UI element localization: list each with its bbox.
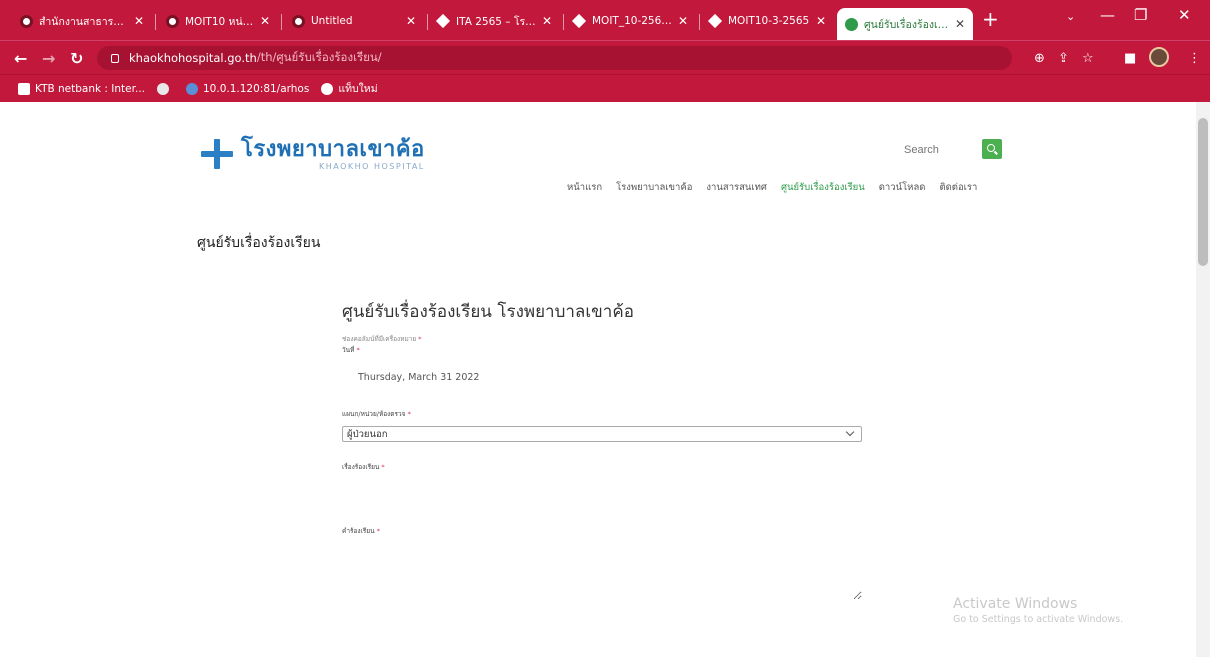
lock-icon — [111, 53, 119, 63]
menu-item-home[interactable]: หน้าแรก — [567, 180, 602, 195]
chevron-down-icon — [845, 427, 855, 437]
logo-thai-text: โรงพยาบาลเขาค้อ — [241, 137, 425, 162]
menu-item-it[interactable]: งานสารสนเทศ — [706, 180, 767, 195]
required-note: ช่องคอลัมน์ที่มีเครื่องหมาย * — [342, 335, 422, 343]
url-input[interactable]: khaokhohospital.go.th /th/ศูนย์รับเรื่อง… — [97, 46, 1012, 70]
topic-label: เรื่องร้องเรียน * — [342, 463, 385, 471]
browser-tab[interactable]: Untitled ✕ — [284, 6, 424, 36]
bookmark-label: 10.0.1.120:81/arhos — [203, 82, 310, 95]
forward-icon[interactable]: → — [42, 49, 55, 68]
diamond-icon — [571, 13, 587, 29]
tab-title: MOIT10 หน่วยงาน — [185, 15, 254, 28]
tab-title: ศูนย์รับเรื่องร้องเรียน — [864, 18, 949, 31]
side-panel-icon[interactable]: ■ — [1124, 51, 1136, 66]
close-tab-icon[interactable]: ✕ — [678, 14, 688, 28]
zoom-icon[interactable]: ⊕ — [1034, 51, 1045, 66]
chrome-icon — [321, 82, 334, 95]
logo-english-text: KHAOKHO HOSPITAL — [319, 162, 425, 171]
window-close-icon[interactable]: ✕ — [1178, 6, 1191, 24]
detail-label: คำร้องเรียน * — [342, 527, 380, 535]
close-tab-icon[interactable]: ✕ — [542, 14, 552, 28]
menu-item-downloads[interactable]: ดาวน์โหลด — [879, 180, 926, 195]
tab-title: ITA 2565 – โรงพ — [456, 15, 536, 28]
close-tab-icon[interactable]: ✕ — [816, 14, 826, 28]
back-icon[interactable]: ← — [14, 49, 27, 68]
search-button[interactable] — [982, 139, 1002, 159]
menu-kebab-icon[interactable]: ⋮ — [1188, 51, 1201, 66]
activate-windows-watermark: Activate Windows Go to Settings to activ… — [953, 596, 1123, 625]
department-selected-value: ผู้ป่วยนอก — [347, 428, 388, 440]
date-label: วันที่ * — [342, 346, 360, 354]
form-title: ศูนย์รับเรื่องร้องเรียน โรงพยาบาลเขาค้อ — [342, 302, 634, 322]
address-bar-row: ← → ↻ khaokhohospital.go.th /th/ศูนย์รับ… — [0, 40, 1210, 74]
close-tab-icon[interactable]: ✕ — [955, 17, 965, 31]
site-icon — [845, 17, 858, 31]
tab-title: MOIT_10-2565 - — [592, 15, 672, 27]
globe-icon — [186, 82, 198, 95]
tab-title: Untitled — [311, 15, 353, 27]
browser-tab[interactable]: สำนักงานสาธารณสุ ✕ — [12, 6, 152, 36]
department-select[interactable]: ผู้ป่วยนอก — [342, 426, 862, 442]
close-tab-icon[interactable]: ✕ — [406, 14, 416, 28]
scrollbar-thumb[interactable] — [1198, 118, 1208, 266]
share-icon[interactable]: ⇪ — [1058, 51, 1069, 66]
bookmark-icon — [157, 82, 169, 95]
browser-tab[interactable]: ITA 2565 – โรงพ ✕ — [430, 6, 560, 36]
tab-title: สำนักงานสาธารณสุ — [39, 15, 128, 28]
page-title: ศูนย์รับเรื่องร้องเรียน — [197, 235, 321, 251]
close-tab-icon[interactable]: ✕ — [134, 14, 144, 28]
browser-tab-active[interactable]: ศูนย์รับเรื่องร้องเรียน ✕ — [837, 8, 973, 40]
restore-icon[interactable]: ❐ — [1134, 6, 1147, 24]
browser-tab-bar: สำนักงานสาธารณสุ ✕ MOIT10 หน่วยงาน ✕ Unt… — [0, 0, 1210, 40]
bookmark-star-icon[interactable]: ☆ — [1082, 51, 1094, 66]
bookmark-label: KTB netbank : Inter... — [35, 82, 145, 95]
topic-input[interactable] — [342, 480, 862, 500]
browser-tab[interactable]: MOIT10 หน่วยงาน ✕ — [158, 6, 278, 36]
search-icon — [987, 144, 995, 152]
bookmarks-bar: KTB netbank : Inter... 10.0.1.120:81/arh… — [0, 74, 1210, 102]
cross-logo-icon — [197, 137, 237, 173]
new-tab-button[interactable]: + — [982, 7, 999, 31]
browser-tab[interactable]: MOIT_10-2565 - ✕ — [566, 6, 696, 36]
close-tab-icon[interactable]: ✕ — [260, 14, 270, 28]
tab-title: MOIT10-3-2565 — [728, 15, 810, 27]
reload-icon[interactable]: ↻ — [70, 49, 83, 68]
chrome-icon — [166, 14, 179, 28]
chrome-icon — [292, 14, 305, 28]
menu-item-contact[interactable]: ติดต่อเรา — [939, 180, 977, 195]
tab-search-icon[interactable]: ⌄ — [1066, 10, 1075, 23]
bookmark-item[interactable]: 10.0.1.120:81/arhos — [186, 82, 310, 95]
date-value: Thursday, March 31 2022 — [358, 372, 480, 383]
watermark-title: Activate Windows — [953, 596, 1078, 612]
bookmark-item[interactable] — [157, 82, 174, 95]
department-label: แผนก/หน่วย/ห้องตรวจ * — [342, 410, 411, 418]
main-menu: หน้าแรก โรงพยาบาลเขาค้อ งานสารสนเทศ ศูนย… — [567, 180, 991, 195]
url-path: /th/ศูนย์รับเรื่องร้องเรียน/ — [256, 50, 382, 64]
diamond-icon — [707, 13, 723, 29]
bookmark-item[interactable]: แท็บใหม่ — [321, 80, 378, 97]
detail-textarea[interactable] — [342, 540, 862, 600]
diamond-icon — [435, 13, 451, 29]
url-host: khaokhohospital.go.th — [129, 51, 257, 65]
chrome-icon — [20, 14, 33, 28]
ktb-icon — [18, 82, 30, 95]
browser-tab[interactable]: MOIT10-3-2565 ✕ — [702, 6, 834, 36]
watermark-subtitle: Go to Settings to activate Windows. — [953, 614, 1124, 625]
menu-item-hospital[interactable]: โรงพยาบาลเขาค้อ — [616, 180, 692, 195]
profile-avatar[interactable] — [1149, 47, 1169, 67]
minimize-icon[interactable]: — — [1100, 6, 1115, 24]
search-input[interactable] — [896, 138, 976, 162]
site-logo[interactable]: โรงพยาบาลเขาค้อ KHAOKHO HOSPITAL — [197, 137, 425, 173]
bookmark-label: แท็บใหม่ — [338, 83, 378, 95]
bookmark-item[interactable]: KTB netbank : Inter... — [18, 82, 145, 95]
menu-item-complaints[interactable]: ศูนย์รับเรื่องร้องเรียน — [781, 180, 865, 195]
